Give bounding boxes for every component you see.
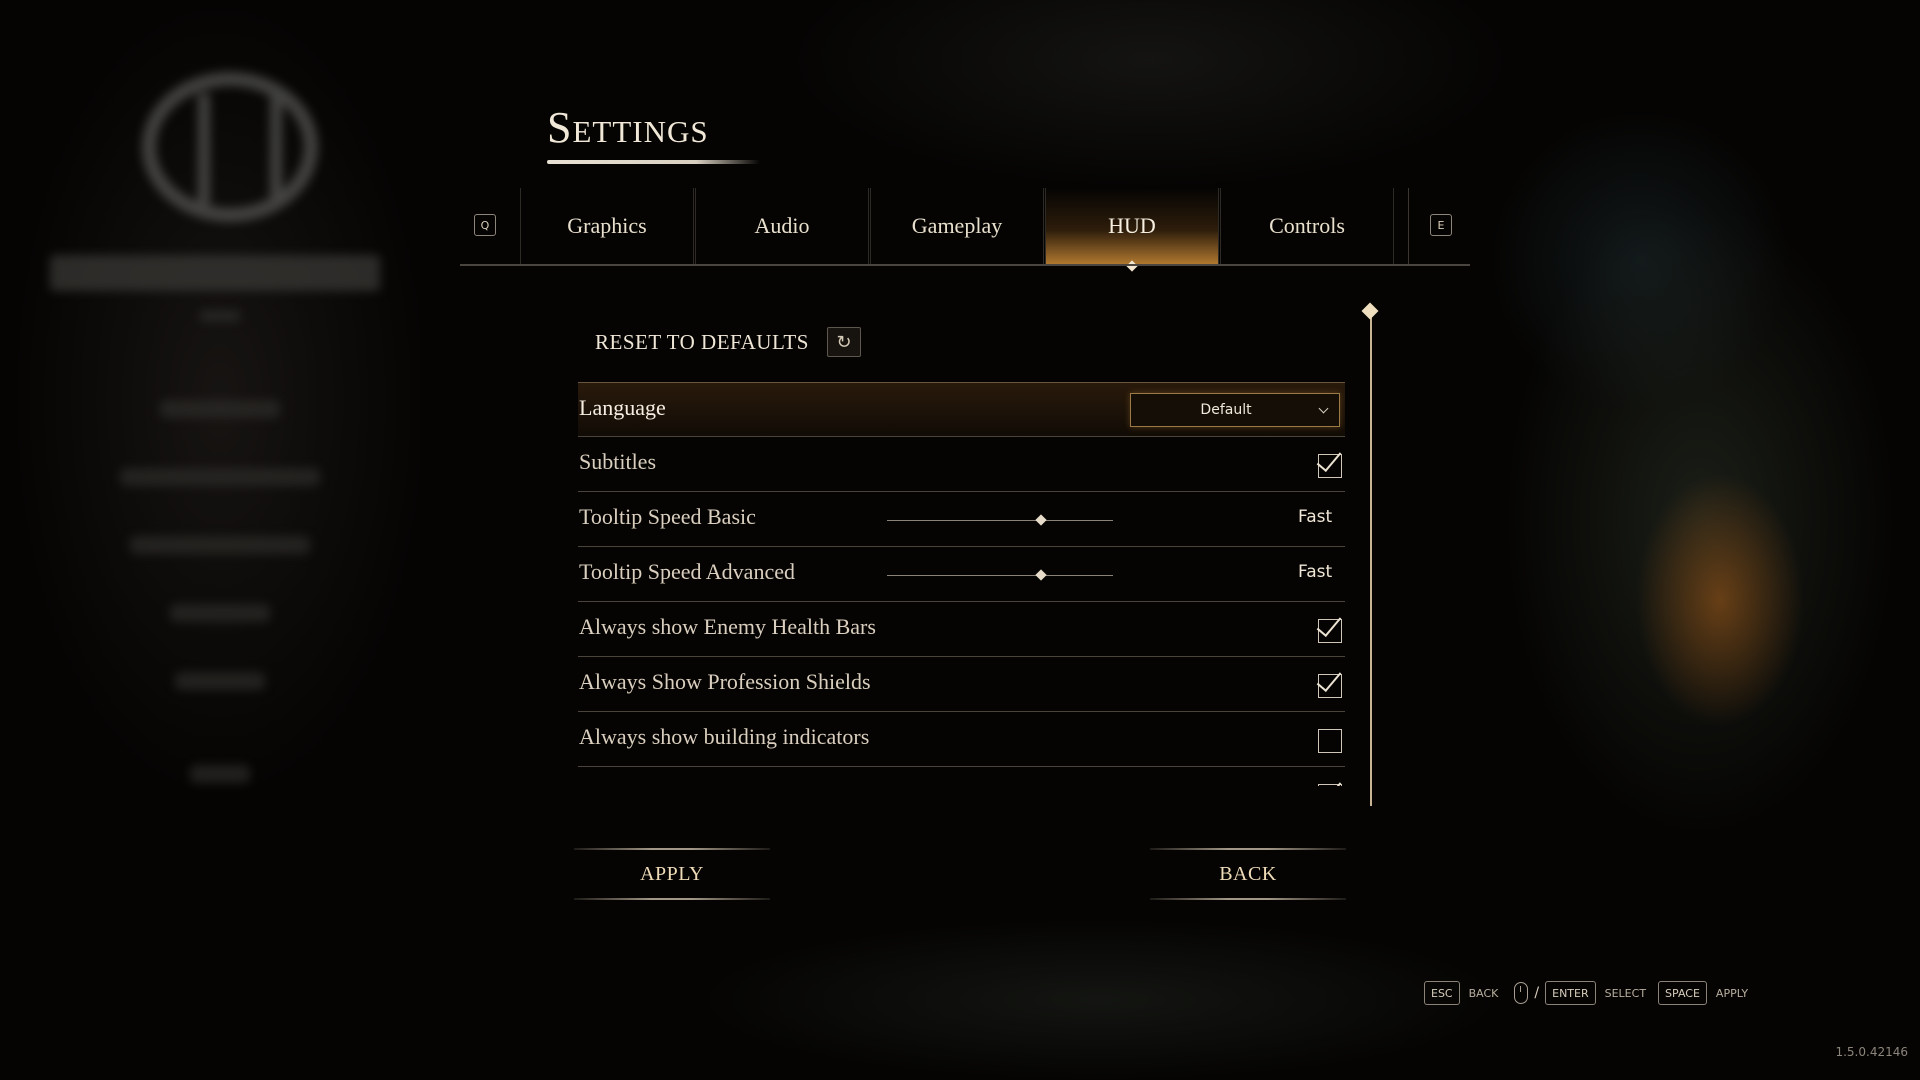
checkmark-icon xyxy=(1316,610,1342,638)
checkmark-icon xyxy=(1316,665,1342,693)
slider-value: Fast xyxy=(1298,507,1333,527)
mouse-icon xyxy=(1514,982,1529,1004)
tooltip-basic-slider-thumb[interactable] xyxy=(1035,514,1047,526)
setting-row-building-indicators[interactable]: Always show building indicators xyxy=(578,712,1345,767)
settings-list: Language Default Subtitles Tooltip Speed… xyxy=(578,382,1345,786)
setting-row-subtitles[interactable]: Subtitles xyxy=(578,437,1345,492)
setting-row-tooltip-speed-advanced[interactable]: Tooltip Speed Advanced Fast xyxy=(578,547,1345,602)
subtitles-checkbox[interactable] xyxy=(1316,445,1342,478)
tab-gameplay[interactable]: Gameplay xyxy=(870,188,1044,264)
setting-row-partial[interactable] xyxy=(578,767,1345,786)
reset-to-defaults-button[interactable]: ↻ xyxy=(826,327,861,357)
tooltip-advanced-slider-track[interactable] xyxy=(887,575,1113,576)
version-label: 1.5.0.42146 xyxy=(1835,1045,1908,1059)
reset-row: RESET TO DEFAULTS ↻ xyxy=(595,325,861,359)
setting-label: Tooltip Speed Basic xyxy=(579,504,756,529)
slider-value: Fast xyxy=(1298,562,1333,582)
setting-label: Subtitles xyxy=(579,449,657,474)
setting-label: Tooltip Speed Advanced xyxy=(579,559,795,584)
blurred-menu-item xyxy=(130,536,310,554)
tooltip-basic-slider-track[interactable] xyxy=(887,520,1113,521)
blurred-menu-item xyxy=(170,604,270,622)
language-dropdown[interactable]: Default xyxy=(1130,393,1340,427)
next-tab-key[interactable]: E xyxy=(1430,214,1452,236)
space-key-hint[interactable]: SPACE xyxy=(1658,981,1707,1005)
enemy-health-bars-checkbox[interactable] xyxy=(1316,610,1342,643)
apply-button[interactable]: APPLY xyxy=(574,848,770,900)
page-title: Settings xyxy=(547,103,709,152)
blurred-menu-item xyxy=(120,468,320,486)
blurred-menu-item xyxy=(160,400,280,418)
back-button[interactable]: BACK xyxy=(1150,848,1346,900)
esc-hint-label: BACK xyxy=(1468,986,1499,1000)
esc-key-hint[interactable]: ESC xyxy=(1424,981,1460,1005)
profession-shields-checkbox[interactable] xyxy=(1316,665,1342,698)
game-logo-subtitle xyxy=(200,310,240,322)
partial-checkbox[interactable] xyxy=(1316,775,1342,786)
settings-tab-bar: Q Graphics Audio Gameplay HUD Controls E xyxy=(460,188,1470,266)
checkmark-icon xyxy=(1316,445,1342,473)
setting-row-tooltip-speed-basic[interactable]: Tooltip Speed Basic Fast xyxy=(578,492,1345,547)
checkmark-icon xyxy=(1316,775,1342,786)
scrollbar-track[interactable] xyxy=(1370,312,1372,806)
tab-separator xyxy=(1408,188,1409,264)
space-hint-label: APPLY xyxy=(1715,986,1749,1000)
setting-row-enemy-health-bars[interactable]: Always show Enemy Health Bars xyxy=(578,602,1345,657)
enter-key-hint[interactable]: ENTER xyxy=(1545,981,1596,1005)
setting-label: Language xyxy=(579,395,666,420)
game-logo-icon xyxy=(142,72,318,222)
tab-bar-underline xyxy=(460,264,1470,266)
enter-hint-label: SELECT xyxy=(1604,986,1647,1000)
hint-slash: / xyxy=(1534,985,1540,1001)
setting-label: Always show Enemy Health Bars xyxy=(579,614,876,639)
game-logo-wordmark xyxy=(50,255,380,291)
blurred-menu-item xyxy=(190,765,250,783)
setting-row-profession-shields[interactable]: Always Show Profession Shields xyxy=(578,657,1345,712)
tab-controls[interactable]: Controls xyxy=(1220,188,1394,264)
refresh-icon: ↻ xyxy=(836,331,852,353)
prev-tab-key[interactable]: Q xyxy=(474,214,496,236)
setting-label: Always Show Profession Shields xyxy=(579,669,871,694)
reset-to-defaults-label: RESET TO DEFAULTS xyxy=(595,329,809,354)
input-hints: ESC BACK / ENTER SELECT SPACE APPLY xyxy=(1424,980,1760,1006)
dropdown-value: Default xyxy=(1200,401,1252,418)
tab-audio[interactable]: Audio xyxy=(695,188,869,264)
setting-label: Always show building indicators xyxy=(579,724,870,749)
title-underline xyxy=(547,160,760,164)
setting-row-language[interactable]: Language Default xyxy=(578,382,1345,437)
building-indicators-checkbox[interactable] xyxy=(1318,729,1342,753)
tab-graphics[interactable]: Graphics xyxy=(520,188,694,264)
blurred-main-menu xyxy=(30,60,410,820)
tab-hud[interactable]: HUD xyxy=(1045,188,1219,264)
blurred-menu-item xyxy=(175,672,265,690)
tooltip-advanced-slider-thumb[interactable] xyxy=(1035,569,1047,581)
